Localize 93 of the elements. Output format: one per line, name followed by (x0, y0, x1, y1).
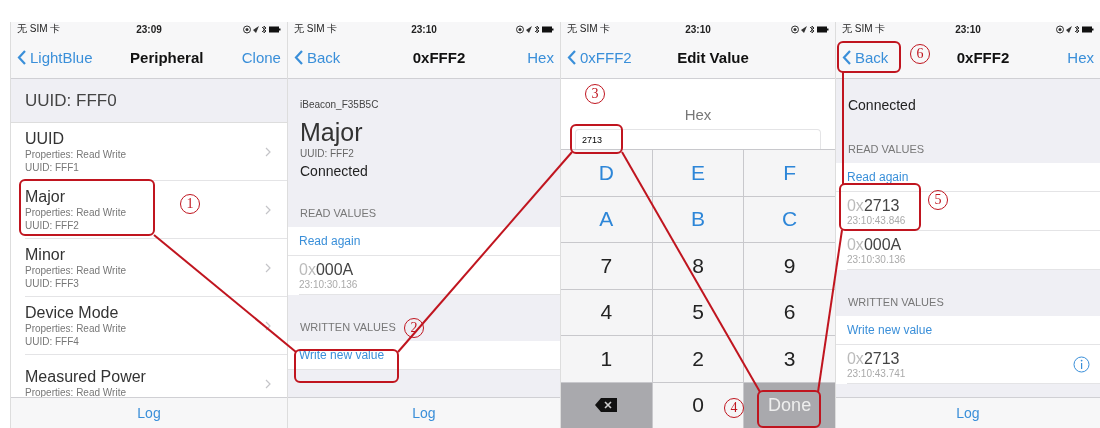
status-icons-drawing (1056, 24, 1094, 34)
connection-status: Connected (300, 163, 369, 179)
highlight-box (837, 41, 901, 73)
keypad-key[interactable]: 7 (561, 243, 652, 289)
section-header: WRITTEN VALUES (300, 321, 396, 333)
keypad-key[interactable]: D (561, 150, 652, 196)
screen-title: Peripheral (130, 48, 204, 66)
screen-title: Edit Value (677, 48, 749, 66)
status-time: 23:09 (136, 23, 162, 35)
backspace-icon[interactable] (594, 397, 619, 414)
properties-label: Properties: Read Write (25, 263, 126, 277)
keypad-key[interactable]: E (652, 150, 744, 196)
uuid-label: UUID: FFF4 (25, 334, 80, 348)
timestamp: 23:10:43.741 (846, 367, 906, 379)
connection-status: Connected (847, 97, 917, 113)
uuid-label: UUID: FFF2 (25, 218, 80, 232)
read-again-link[interactable]: Read again (299, 234, 361, 248)
hex-value: 0x000A (299, 260, 355, 279)
keypad-key[interactable]: 2 (652, 336, 744, 382)
status-icons-drawing (790, 24, 829, 34)
back-button[interactable]: Back (841, 48, 912, 66)
characteristic-name[interactable]: UUID (25, 129, 126, 148)
keypad-key[interactable]: B (652, 196, 744, 242)
status-icons-drawing (516, 24, 554, 34)
back-button[interactable]: Back (294, 48, 364, 66)
timestamp: 23:10:30.136 (846, 253, 906, 265)
keypad-key[interactable]: 8 (652, 243, 744, 289)
status-time: 23:10 (685, 23, 711, 35)
keypad-key[interactable]: 9 (744, 243, 835, 289)
value-input-field[interactable]: 2713 (575, 129, 821, 149)
chevron-left-icon (567, 49, 576, 65)
nav-action-button[interactable]: Hex (1054, 48, 1094, 66)
info-icon[interactable] (1073, 355, 1090, 373)
keypad-key[interactable]: A (561, 196, 652, 242)
properties-label: Properties: Read Write (25, 205, 126, 219)
chevron-left-icon (294, 49, 303, 65)
characteristic-name[interactable]: Minor (25, 245, 126, 264)
timestamp: 23:10:30.136 (299, 278, 358, 290)
section-header: READ VALUES (300, 207, 377, 219)
keypad-key[interactable]: 6 (744, 289, 835, 335)
characteristic-name[interactable]: Measured Power (25, 368, 146, 386)
status-icons-drawing (243, 24, 281, 34)
uuid-label: UUID: FFF3 (25, 276, 80, 290)
section-header: WRITTEN VALUES (847, 296, 944, 308)
keypad-key[interactable]: 3 (744, 336, 835, 382)
screen-title: 0xFFF2 (956, 48, 1010, 66)
chevron-left-icon (17, 49, 26, 65)
chevron-right-icon (265, 262, 271, 273)
characteristic-name[interactable]: Major (25, 187, 126, 206)
uuid-label: UUID: FFF2 (300, 148, 355, 159)
section-header: READ VALUES (847, 143, 925, 155)
highlight-box (570, 124, 623, 154)
carrier-label: 无 SIM 卡 (17, 22, 62, 36)
hex-value: 0x2713 (846, 349, 901, 368)
carrier-label: 无 SIM 卡 (567, 22, 612, 36)
status-time: 23:10 (955, 23, 981, 35)
chevron-left-icon (841, 49, 851, 65)
carrier-label: 无 SIM 卡 (841, 22, 887, 36)
format-label: Hex (684, 106, 712, 123)
nav-action-button[interactable]: Clone (240, 48, 281, 66)
write-new-value-link[interactable]: Write new value (846, 323, 933, 337)
keypad-key[interactable]: 5 (652, 289, 744, 335)
chevron-right-icon (265, 146, 271, 157)
properties-label: Properties: Read Write (25, 321, 126, 335)
properties-label: Properties: Read Write (25, 147, 126, 161)
characteristic-title: Major (300, 118, 364, 146)
uuid-label: UUID: FFF1 (25, 160, 80, 174)
keypad-key[interactable]: 4 (561, 289, 652, 335)
log-tab[interactable]: Log (956, 405, 980, 421)
read-again-link[interactable]: Read again (846, 170, 909, 184)
log-tab[interactable]: Log (412, 405, 436, 421)
screen-title: 0xFFF2 (412, 48, 466, 66)
status-time: 23:10 (411, 23, 437, 35)
chevron-right-icon (265, 320, 271, 331)
done-key[interactable]: Done (744, 382, 835, 428)
carrier-label: 无 SIM 卡 (294, 22, 339, 36)
hex-value: 0x2713 (846, 196, 901, 215)
back-button[interactable]: LightBlue (17, 48, 93, 66)
keypad-key[interactable]: F (744, 150, 835, 196)
characteristic-name[interactable]: Device Mode (25, 303, 126, 322)
chevron-right-icon (265, 378, 271, 389)
log-tab[interactable]: Log (137, 405, 161, 421)
keypad-key[interactable]: C (744, 196, 835, 242)
write-new-value-link[interactable]: Write new value (299, 348, 385, 362)
back-button[interactable]: 0xFFF2 (567, 48, 637, 66)
chevron-right-icon (265, 204, 271, 215)
keypad-key[interactable]: 1 (561, 336, 652, 382)
service-header: UUID: FFF0 (11, 79, 287, 123)
highlight-box (757, 390, 821, 428)
timestamp: 23:10:43.846 (846, 214, 906, 226)
hex-value: 0x000A (846, 235, 903, 254)
nav-action-button[interactable]: Hex (513, 48, 554, 66)
device-name: iBeacon_F35B5C (300, 99, 380, 110)
